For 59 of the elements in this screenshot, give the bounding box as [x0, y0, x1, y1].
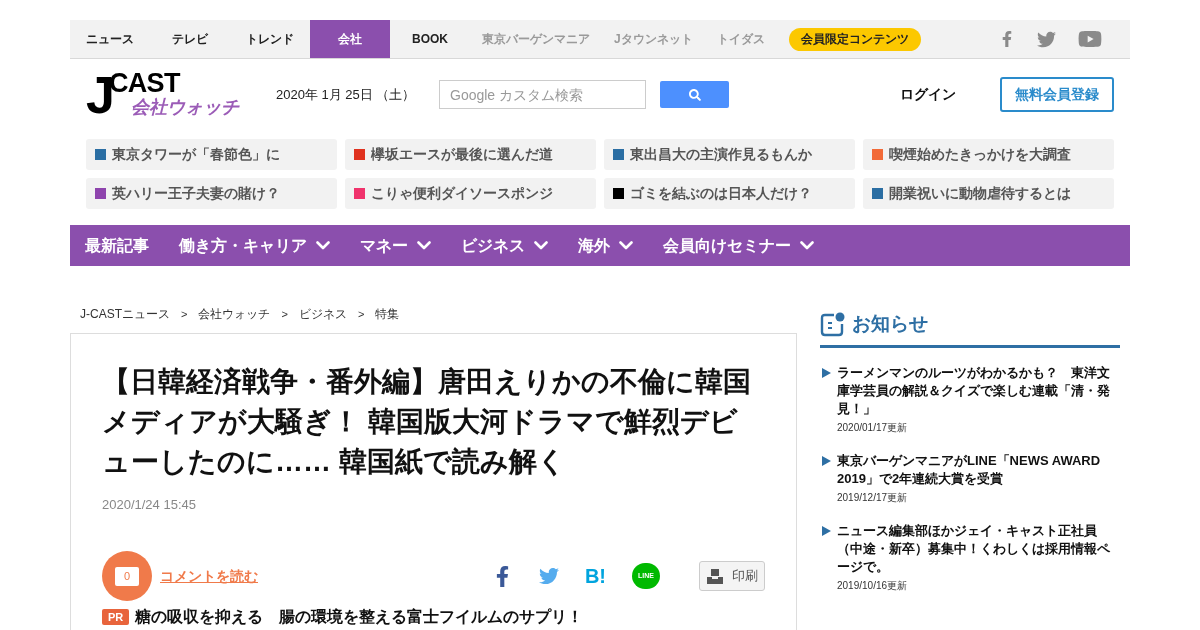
article-date: 2020/1/24 15:45	[102, 497, 197, 513]
logo-subtitle: 会社ウォッチ	[130, 95, 239, 119]
notice-date: 2019/10/16更新	[837, 578, 909, 592]
category-menu-item[interactable]: ビジネス	[461, 233, 548, 258]
trending-link[interactable]: ゴミを結ぶのは日本人だけ？	[604, 178, 855, 209]
search-button[interactable]	[660, 81, 729, 108]
triangle-bullet-icon	[822, 525, 831, 536]
nav-link[interactable]: テレビ	[150, 20, 230, 58]
current-date: 2020年 1月 25日 （土）	[276, 85, 417, 104]
chevron-down-icon	[316, 241, 330, 250]
search-icon	[688, 88, 701, 101]
nav-link[interactable]: 会社	[310, 20, 390, 58]
nav-link[interactable]: ニュース	[70, 20, 150, 58]
notices-heading: お知らせ	[852, 312, 928, 336]
trending-link[interactable]: 英ハリー王子夫妻の賭け？	[86, 178, 337, 209]
chevron-down-icon	[800, 241, 814, 250]
twitter-share-icon[interactable]	[538, 566, 559, 586]
breadcrumb-link[interactable]: J-CASTニュース	[80, 305, 170, 323]
trending-link[interactable]: 東京タワーが「春節色」に	[86, 139, 337, 170]
printer-icon	[706, 568, 723, 584]
trending-link[interactable]: 東出昌大の主演作見るもんか	[604, 139, 855, 170]
login-link[interactable]: ログイン	[900, 84, 956, 105]
category-menu-item[interactable]: マネー	[360, 233, 431, 258]
triangle-bullet-icon	[822, 455, 831, 466]
notice-icon	[820, 311, 845, 337]
category-menu-item[interactable]: 会員向けセミナー	[663, 233, 814, 258]
members-content-link[interactable]: 会員限定コンテンツ	[788, 27, 921, 51]
category-menu-item[interactable]: 働き方・キャリア	[179, 233, 330, 258]
chevron-down-icon	[534, 241, 548, 250]
notice-link[interactable]: 東京バーゲンマニアがLINE「NEWS AWARD 2019」で2年連続大賞を受賞	[837, 451, 1115, 488]
notice-link[interactable]: ニュース編集部ほかジェイ・キャスト正社員（中途・新卒）募集中！くわしくは採用情報ページで。	[837, 521, 1115, 576]
notice-link[interactable]: ラーメンマンのルーツがわかるかも？ 東洋文庫学芸員の解説＆クイズで楽しむ連載「清・発見！」	[837, 363, 1115, 418]
trending-link[interactable]: 欅坂エースが最後に選んだ道	[345, 139, 596, 170]
trending-link[interactable]: 開業祝いに動物虐待するとは	[863, 178, 1114, 209]
notice-date: 2019/12/17更新	[837, 490, 909, 504]
chevron-down-icon	[417, 241, 431, 250]
triangle-bullet-icon	[822, 367, 831, 378]
breadcrumb-separator: >	[181, 306, 188, 322]
register-button[interactable]: 無料会員登録	[1000, 77, 1114, 112]
breadcrumb-separator: >	[281, 306, 288, 322]
trending-link[interactable]: こりゃ便利ダイソースポンジ	[345, 178, 596, 209]
trending-link[interactable]: 喫煙始めたきっかけを大調査	[863, 139, 1114, 170]
promo-link[interactable]: 糖の吸収を抑える 腸の環境を整える富士フイルムのサプリ！	[135, 607, 584, 627]
breadcrumb-link[interactable]: 会社ウォッチ	[198, 305, 271, 323]
nav-link[interactable]: トレンド	[230, 20, 310, 58]
twitter-icon[interactable]	[1037, 29, 1056, 49]
notice-date: 2020/01/17更新	[837, 420, 909, 434]
search-field[interactable]: Google カスタム検索	[439, 80, 646, 109]
chevron-down-icon	[619, 241, 633, 250]
breadcrumb-separator: >	[357, 306, 365, 322]
breadcrumb-link[interactable]: ビジネス	[298, 305, 347, 323]
nav-link[interactable]: BOOK	[390, 20, 470, 58]
category-menu-item[interactable]: 最新記事	[85, 233, 149, 258]
print-button[interactable]: 印刷	[699, 561, 765, 591]
category-menu-item[interactable]: 海外	[578, 233, 633, 258]
comment-count: 0	[115, 566, 139, 586]
breadcrumb-link[interactable]: 特集	[375, 305, 400, 323]
pr-badge: PR	[102, 609, 130, 625]
article-title: 【日韓経済戦争・番外編】唐田えりかの不倫に韓国メディアが大騒ぎ！ 韓国版大河ドラマで鮮烈デビューしたのに…… 韓国紙で読み解く	[102, 365, 752, 479]
